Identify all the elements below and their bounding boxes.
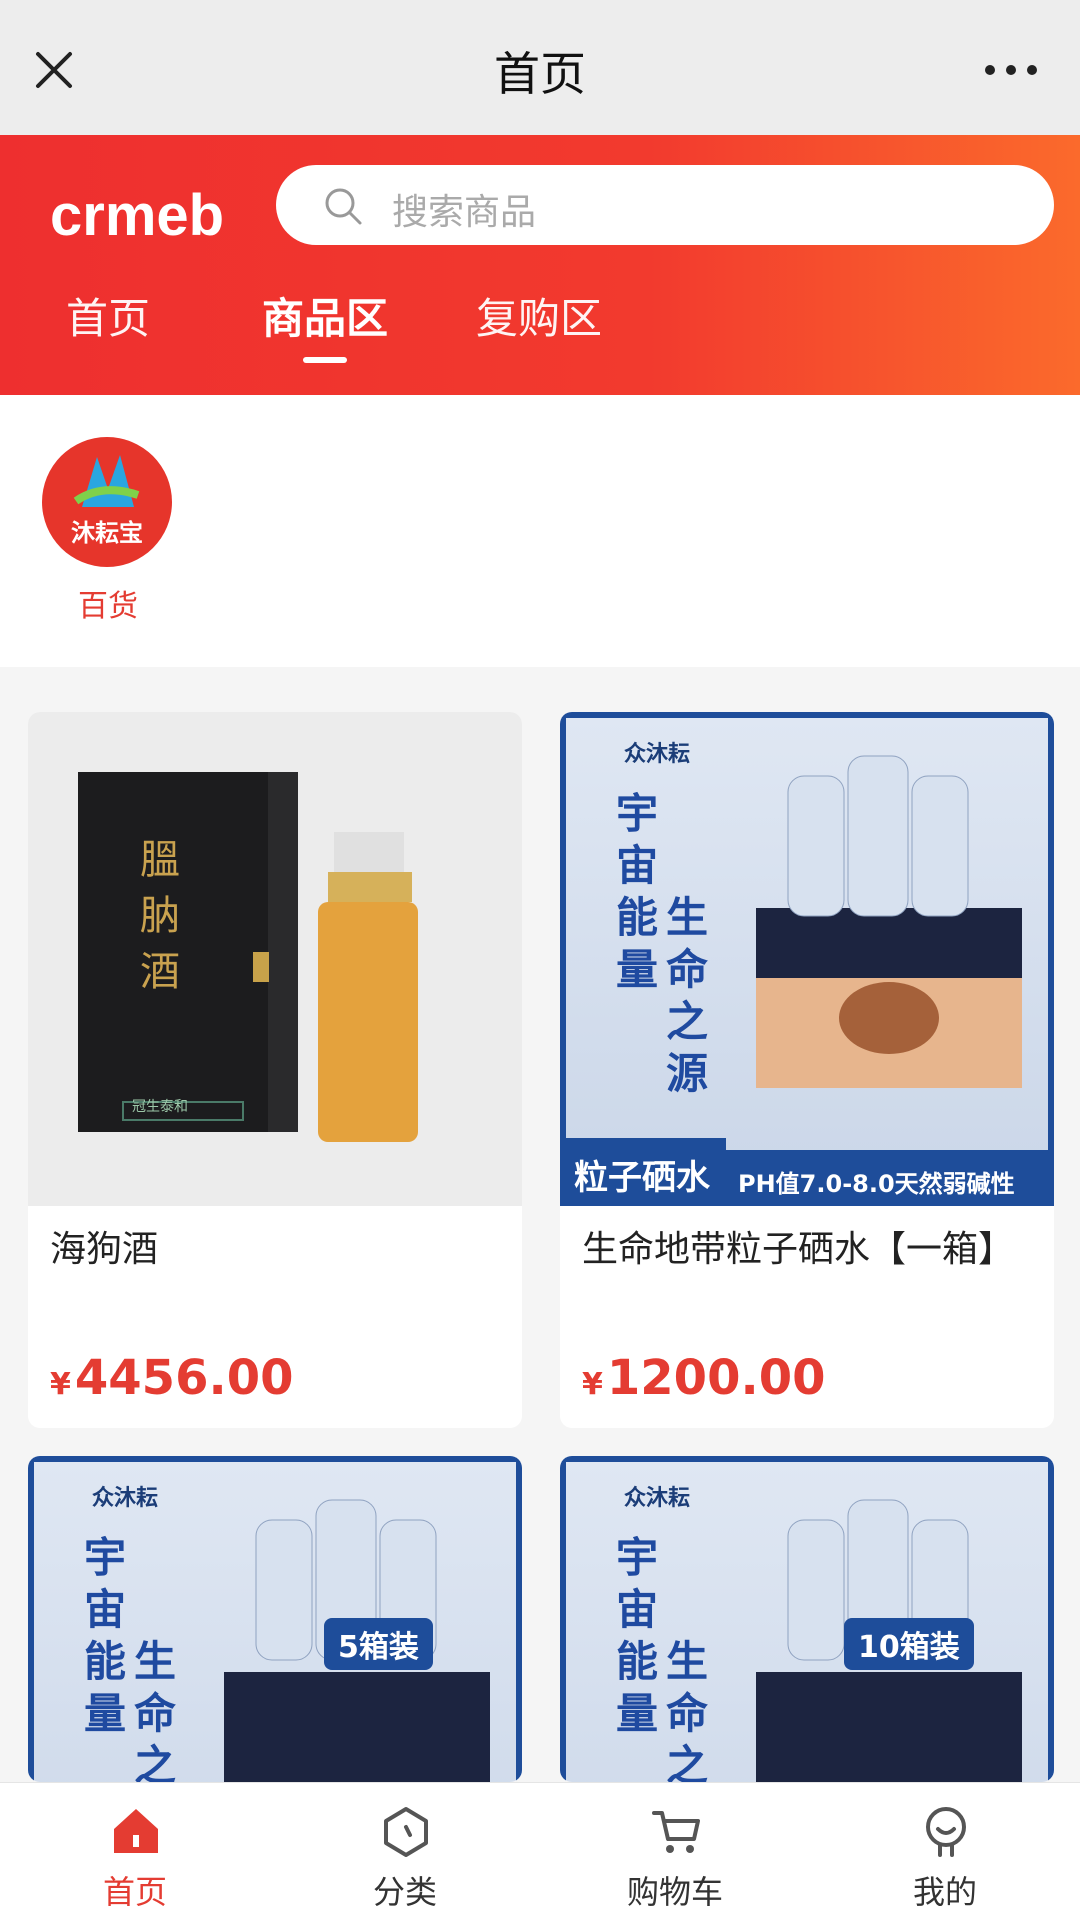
home-icon [114, 1809, 158, 1853]
image-slogan-a: 宇宙能量 [616, 1533, 659, 1738]
nav-label: 我的 [912, 1873, 977, 1911]
box-brand-text: 膃肭酒 [140, 837, 180, 995]
category-item-general-goods[interactable]: 沐耘宝 百货 [42, 437, 174, 625]
tab-home[interactable]: 首页 [66, 285, 150, 346]
product-price: ¥4456.00 [50, 1350, 294, 1406]
profile-icon [926, 1807, 966, 1857]
image-brand-text: 众沐耘 [624, 742, 691, 767]
product-card[interactable]: 众沐耘 宇宙能量 生命之源 粒子硒水 PH值7.0-8.0天然弱碱性 生命地带粒… [560, 712, 1054, 1428]
tab-repurchase[interactable]: 复购区 [476, 285, 602, 346]
product-image: 众沐耘 宇宙能量 生命之 5箱装 [28, 1456, 522, 1782]
category-brand-logo: 沐耘宝 [42, 437, 172, 567]
cart-icon [652, 1811, 700, 1853]
product-card[interactable]: 众沐耘 宇宙能量 生命之 10箱装 [560, 1456, 1054, 1782]
tab-label: 首页 [66, 294, 151, 343]
category-icon [384, 1807, 428, 1857]
image-slogan-b: 生命之 [666, 1637, 709, 1782]
brand-text: 沐耘宝 [71, 519, 143, 547]
product-price: ¥1200.00 [582, 1350, 826, 1406]
product-image: 众沐耘 宇宙能量 生命之 10箱装 [560, 1456, 1054, 1782]
nav-label: 分类 [372, 1873, 437, 1911]
product-image: 众沐耘 宇宙能量 生命之源 粒子硒水 PH值7.0-8.0天然弱碱性 [560, 712, 1054, 1206]
tab-label: 商品区 [262, 294, 389, 343]
image-slogan-b: 生命之 [134, 1637, 177, 1782]
image-ribbon-left: 粒子硒水 [566, 1138, 726, 1206]
image-slogan-b: 生命之源 [666, 893, 709, 1098]
product-card[interactable]: 膃肭酒 冠生泰和 海狗酒 ¥4456.00 [28, 712, 522, 1428]
store-header: crmeb 搜索商品 首页 商品区 复购区 [0, 135, 1080, 395]
pack-size-badge: 5箱装 [324, 1618, 433, 1670]
mini-program-titlebar: 首页 [0, 0, 1080, 135]
product-card[interactable]: 众沐耘 宇宙能量 生命之 5箱装 [28, 1456, 522, 1782]
search-placeholder: 搜索商品 [392, 192, 537, 233]
price-value: 1200.00 [606, 1350, 826, 1406]
category-strip: 沐耘宝 百货 [0, 395, 1080, 667]
image-slogan-a: 宇宙能量 [616, 789, 659, 994]
search-icon [325, 188, 362, 225]
bottom-tab-bar: 首页 分类 购物车 我的 [0, 1782, 1080, 1920]
image-ribbon-right: PH值7.0-8.0天然弱碱性 [726, 1150, 1048, 1206]
tab-label: 复购区 [476, 294, 603, 343]
header-tabs: 首页 商品区 复购区 [0, 285, 1080, 385]
image-slogan-a: 宇宙能量 [84, 1533, 127, 1738]
nav-profile[interactable]: 我的 [810, 1783, 1080, 1920]
nav-label: 首页 [102, 1873, 167, 1911]
more-icon[interactable] [982, 58, 1040, 82]
category-label: 百货 [78, 589, 138, 624]
svg-text:crmeb: crmeb [50, 183, 224, 248]
product-name: 生命地带粒子硒水【一箱】 [582, 1229, 1015, 1270]
search-input[interactable]: 搜索商品 [276, 165, 1054, 245]
active-tab-indicator [303, 357, 347, 363]
nav-label: 购物车 [626, 1873, 723, 1911]
image-brand-text: 众沐耘 [624, 1486, 691, 1511]
tab-products[interactable]: 商品区 [262, 285, 389, 363]
page-title: 首页 [494, 47, 586, 101]
nav-cart[interactable]: 购物车 [540, 1783, 810, 1920]
product-image: 膃肭酒 冠生泰和 [28, 712, 522, 1206]
liquor-box-illustration [78, 772, 418, 1142]
price-symbol: ¥ [582, 1367, 603, 1402]
box-subtext: 冠生泰和 [132, 1099, 188, 1115]
crmeb-logo: crmeb [50, 183, 224, 248]
product-name: 海狗酒 [50, 1229, 159, 1270]
nav-category[interactable]: 分类 [270, 1783, 540, 1920]
price-symbol: ¥ [50, 1367, 71, 1402]
nav-home[interactable]: 首页 [0, 1783, 270, 1920]
image-brand-text: 众沐耘 [92, 1486, 159, 1511]
price-value: 4456.00 [74, 1350, 294, 1406]
pack-size-badge: 10箱装 [844, 1618, 974, 1670]
